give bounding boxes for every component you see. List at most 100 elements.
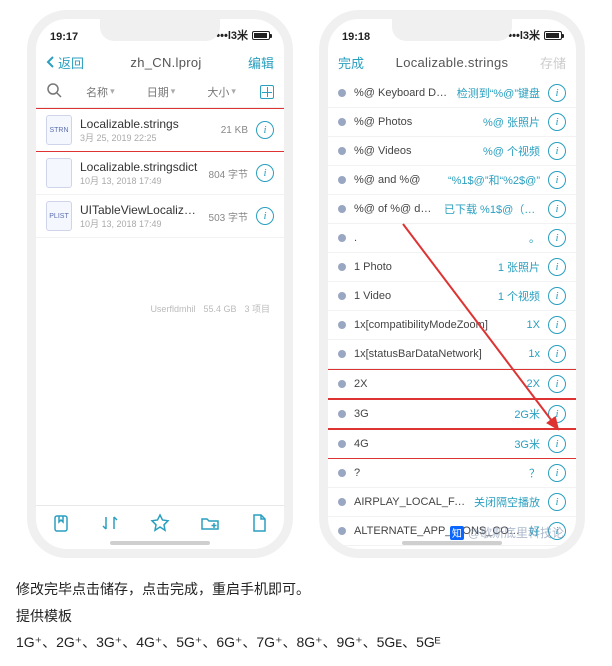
info-button[interactable]: i xyxy=(548,142,566,160)
string-row[interactable]: 3G 2G米 i xyxy=(328,399,576,429)
chevron-left-icon xyxy=(46,55,56,69)
favorite-button[interactable] xyxy=(150,513,170,536)
info-button[interactable]: i xyxy=(548,435,566,453)
info-button[interactable]: i xyxy=(548,345,566,363)
string-key: %@ and %@ xyxy=(354,174,440,186)
sort-size[interactable]: 大小▾ xyxy=(207,84,236,100)
string-row[interactable]: ?？i xyxy=(328,459,576,488)
battery-icon xyxy=(252,31,270,40)
string-row[interactable]: %@ of %@ downloaded已下载 %1$@（共 %2$@）i xyxy=(328,195,576,224)
file-name: UITableViewLocalizedSectionIndex.plist xyxy=(80,203,201,217)
string-key: 1 Photo xyxy=(354,261,490,273)
done-button[interactable]: 完成 xyxy=(338,53,364,72)
info-button[interactable]: i xyxy=(256,121,274,139)
sort-button[interactable] xyxy=(100,513,120,536)
info-button[interactable]: i xyxy=(256,207,274,225)
info-button[interactable]: i xyxy=(548,84,566,102)
string-key: . xyxy=(354,232,521,244)
file-size: 804 字节 xyxy=(209,166,248,181)
string-key: 1x[statusBarDataNetwork] xyxy=(354,348,520,360)
bullet-icon xyxy=(338,321,346,329)
string-value: %@ 个视频 xyxy=(483,143,540,159)
info-button[interactable]: i xyxy=(548,200,566,218)
string-row[interactable]: 1 Video1 个视频i xyxy=(328,282,576,311)
string-row[interactable]: 1 Photo1 张照片i xyxy=(328,253,576,282)
caption: 修改完毕点击储存，点击完成，重启手机即可。 提供模板 1G⁺、2G⁺、3G⁺、4… xyxy=(16,576,596,656)
string-row[interactable]: . 。 i xyxy=(328,224,576,253)
view-grid-icon[interactable] xyxy=(260,85,274,99)
file-date: 10月 13, 2018 17:49 xyxy=(80,217,201,230)
carrier: •••l3米 xyxy=(216,27,248,43)
string-key: %@ of %@ downloaded xyxy=(354,203,436,215)
back-label: 返回 xyxy=(58,53,84,72)
new-file-button[interactable] xyxy=(249,513,269,536)
string-row[interactable]: 4G 3G米 i xyxy=(328,429,576,459)
info-button[interactable]: i xyxy=(548,464,566,482)
string-key: 1x[compatibilityModeZoom] xyxy=(354,319,519,331)
strings-list: %@ Keyboard Detected检测到“%@”键盘i%@ Photos%… xyxy=(328,79,576,549)
edit-button[interactable]: 编辑 xyxy=(248,53,274,72)
info-button[interactable]: i xyxy=(548,171,566,189)
bullet-icon xyxy=(338,263,346,271)
string-value: 关闭隔空播放 xyxy=(474,494,540,510)
string-row[interactable]: %@ Keyboard Detected检测到“%@”键盘i xyxy=(328,79,576,108)
string-key: %@ Videos xyxy=(354,145,475,157)
string-row[interactable]: 1x[statusBarDataNetwork]1xi xyxy=(328,340,576,369)
string-key: 4G xyxy=(354,438,506,450)
bullet-icon xyxy=(338,498,346,506)
zhihu-icon: 知 xyxy=(450,526,464,540)
bullet-icon xyxy=(338,147,346,155)
string-key: ? xyxy=(354,467,521,479)
bullet-icon xyxy=(338,176,346,184)
string-value: 检测到“%@”键盘 xyxy=(457,85,540,101)
info-button[interactable]: i xyxy=(548,405,566,423)
string-value: 2X xyxy=(527,378,540,390)
chevron-down-icon: ▾ xyxy=(171,86,176,97)
file-row[interactable]: STRNLocalizable.strings3月 25, 2019 22:25… xyxy=(36,108,284,152)
watermark: 知 @歇斯底里科技论 xyxy=(450,524,564,541)
string-row[interactable]: %@ Videos %@ 个视频 i xyxy=(328,137,576,166)
notch xyxy=(392,19,512,41)
string-value: %@ 张照片 xyxy=(483,114,540,130)
bullet-icon xyxy=(338,118,346,126)
bullet-icon xyxy=(338,469,346,477)
string-value: 3G米 xyxy=(514,436,540,452)
info-button[interactable]: i xyxy=(548,229,566,247)
status-time: 19:17 xyxy=(50,31,78,43)
save-button[interactable]: 存储 xyxy=(540,53,566,72)
string-value: 2G米 xyxy=(514,406,540,422)
info-button[interactable]: i xyxy=(548,316,566,334)
phone-right: 19:18 •••l3米 完成 Localizable.strings 存储 %… xyxy=(319,10,585,558)
bullet-icon xyxy=(338,527,346,535)
file-date: 3月 25, 2019 22:25 xyxy=(80,131,213,144)
file-icon: STRN xyxy=(46,115,72,145)
chevron-down-icon: ▾ xyxy=(110,86,115,97)
info-button[interactable]: i xyxy=(548,258,566,276)
info-button[interactable]: i xyxy=(256,164,274,182)
string-key: 3G xyxy=(354,408,506,420)
info-button[interactable]: i xyxy=(548,113,566,131)
notch xyxy=(100,19,220,41)
info-button[interactable]: i xyxy=(548,493,566,511)
search-button[interactable] xyxy=(46,82,62,101)
sort-date[interactable]: 日期▾ xyxy=(147,84,176,100)
sort-name[interactable]: 名称▾ xyxy=(86,84,115,100)
info-button[interactable]: i xyxy=(548,375,566,393)
string-row[interactable]: %@ and %@ “%1$@”和“%2$@” i xyxy=(328,166,576,195)
file-row[interactable]: PLIST UITableViewLocalizedSectionIndex.pl… xyxy=(36,195,284,238)
bullet-icon xyxy=(338,205,346,213)
string-row[interactable]: AIRPLAY_LOCAL_FALLBACK关闭隔空播放i xyxy=(328,488,576,517)
file-row[interactable]: Localizable.stringsdict10月 13, 2018 17:4… xyxy=(36,152,284,195)
string-value: “%1$@”和“%2$@” xyxy=(448,172,540,188)
info-button[interactable]: i xyxy=(548,287,566,305)
string-value: 。 xyxy=(529,230,540,246)
home-indicator xyxy=(110,541,210,545)
back-button[interactable]: 返回 xyxy=(46,53,84,72)
string-row[interactable]: ALTERNATEi xyxy=(328,546,576,549)
string-row[interactable]: 2X2Xi xyxy=(328,369,576,399)
string-row[interactable]: %@ Photos%@ 张照片i xyxy=(328,108,576,137)
file-icon: PLIST xyxy=(46,201,72,231)
bookmark-button[interactable] xyxy=(51,513,71,536)
new-folder-button[interactable] xyxy=(200,513,220,536)
string-row[interactable]: 1x[compatibilityModeZoom]1Xi xyxy=(328,311,576,340)
